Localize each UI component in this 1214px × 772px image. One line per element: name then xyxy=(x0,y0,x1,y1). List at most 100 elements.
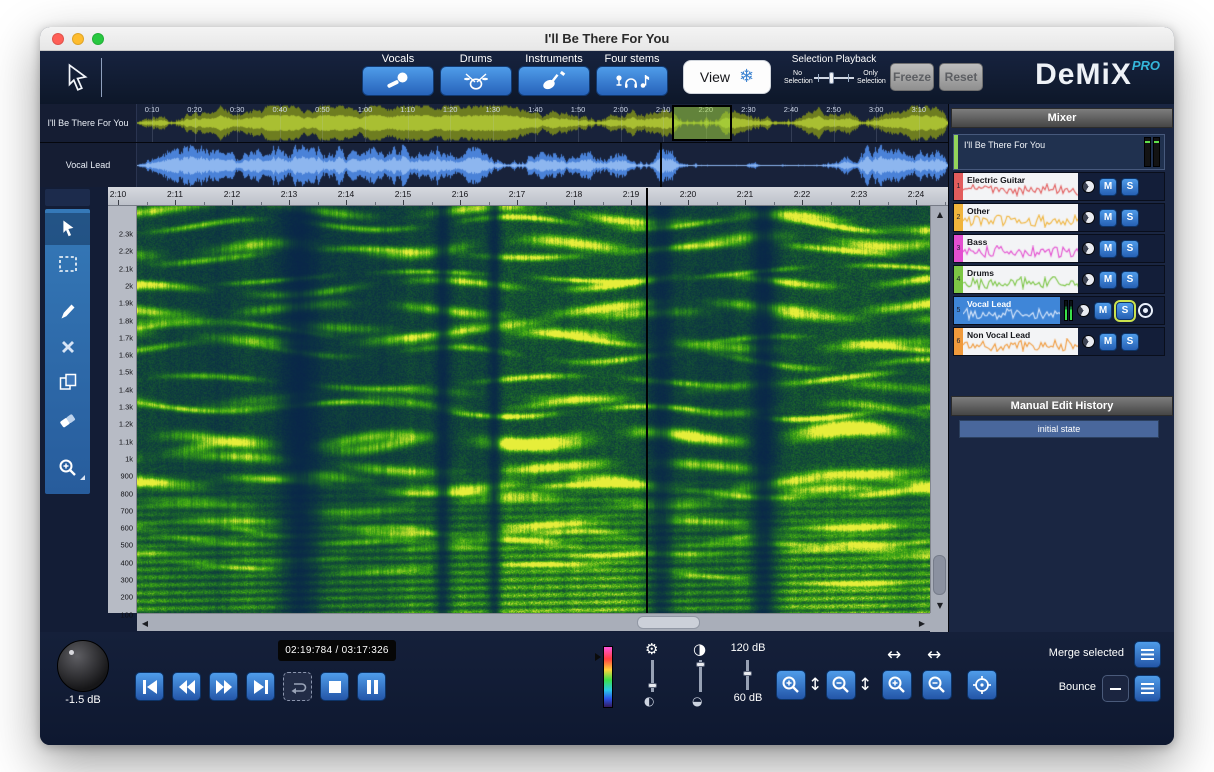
fast-forward-button[interactable] xyxy=(209,672,238,701)
pen-icon xyxy=(58,301,78,321)
pan-knob[interactable] xyxy=(1082,180,1095,193)
mute-button[interactable]: M xyxy=(1099,271,1117,289)
mixer-track-row-6[interactable]: 6 Non Vocal Lead M S xyxy=(953,327,1165,356)
mute-button[interactable]: M xyxy=(1099,333,1117,351)
scroll-left-arrow[interactable]: ◀ xyxy=(137,614,153,632)
solo-button[interactable]: S xyxy=(1121,240,1139,258)
vertical-arrows-icon: ↕ xyxy=(808,675,822,695)
mute-button[interactable]: M xyxy=(1094,302,1112,320)
delete-tool[interactable] xyxy=(45,331,90,363)
vertical-scrollbar[interactable]: ▲ ▼ xyxy=(930,206,948,613)
scroll-down-arrow[interactable]: ▼ xyxy=(931,597,949,613)
zoom-in-vertical-button[interactable] xyxy=(776,670,806,700)
mixer-track-row-3[interactable]: 3 Bass M S xyxy=(953,234,1165,263)
selection-playback-handle[interactable] xyxy=(829,72,834,84)
skip-to-end-button[interactable] xyxy=(246,672,275,701)
time-ruler[interactable]: 2:102:112:122:132:142:152:162:172:182:19… xyxy=(108,187,948,206)
freeze-button[interactable]: Freeze xyxy=(890,63,934,91)
zoom-in-horizontal-button[interactable] xyxy=(882,670,912,700)
track-name: Non Vocal Lead xyxy=(967,330,1030,340)
freq-label: 1.8k xyxy=(119,316,133,325)
pointer-tool[interactable] xyxy=(45,213,90,245)
vocal-waveform[interactable] xyxy=(137,143,948,187)
colormap-slider[interactable] xyxy=(603,646,613,708)
rewind-button[interactable] xyxy=(172,672,201,701)
master-track[interactable]: I'll Be There For You xyxy=(953,134,1165,170)
skip-to-start-button[interactable] xyxy=(135,672,164,701)
titlebar: I'll Be There For You xyxy=(40,27,1174,51)
instruments-button[interactable] xyxy=(518,66,590,96)
volume-knob[interactable] xyxy=(57,640,109,692)
reset-button[interactable]: Reset xyxy=(939,63,983,91)
pan-knob[interactable] xyxy=(1082,211,1095,224)
track-color-stripe: 1 xyxy=(954,173,963,200)
mute-button[interactable]: M xyxy=(1099,209,1117,227)
freq-label: 600 xyxy=(120,524,133,533)
eraser-tool[interactable] xyxy=(45,402,90,434)
solo-button[interactable]: S xyxy=(1121,333,1139,351)
dynamic-range-handle[interactable] xyxy=(743,671,752,676)
pan-knob[interactable] xyxy=(1082,335,1095,348)
ruler-tick-label: 2:19 xyxy=(623,189,640,199)
bounce-menu-button[interactable] xyxy=(1134,675,1161,702)
zoom-out-horizontal-button[interactable] xyxy=(922,670,952,700)
overview-tick-label: 1:50 xyxy=(571,105,586,114)
solo-button[interactable]: S xyxy=(1121,178,1139,196)
eraser-icon xyxy=(58,408,78,428)
overview-strip[interactable]: 0:100:200:300:400:501:001:101:201:301:40… xyxy=(137,104,948,142)
view-region-selector[interactable] xyxy=(672,105,732,141)
four-stems-button[interactable] xyxy=(596,66,668,96)
horizontal-scrollbar[interactable]: ◀ ▶ xyxy=(137,613,930,631)
zoom-tool[interactable] xyxy=(45,452,90,484)
loop-button[interactable] xyxy=(283,672,312,701)
merge-selected-button[interactable] xyxy=(1134,641,1161,668)
brightness-handle[interactable] xyxy=(648,683,657,688)
scroll-right-arrow[interactable]: ▶ xyxy=(914,614,930,632)
view-button[interactable]: View ❄ xyxy=(683,60,771,94)
history-item-initial-state[interactable]: initial state xyxy=(959,420,1159,438)
tool-dropdown-caret xyxy=(80,475,85,480)
track-mini-waveform xyxy=(963,245,1078,259)
pen-tool[interactable] xyxy=(45,295,90,327)
overview-tick-label: 2:40 xyxy=(784,105,799,114)
contrast-handle[interactable] xyxy=(696,662,705,667)
stop-button[interactable] xyxy=(320,672,349,701)
mixer-track-row-5-selected[interactable]: 5 Vocal Lead M S xyxy=(953,296,1165,325)
marquee-select-tool[interactable] xyxy=(45,248,90,280)
zoom-out-vertical-button[interactable] xyxy=(826,670,856,700)
vocal-track-label: Vocal Lead xyxy=(40,143,137,187)
spectrogram-canvas[interactable] xyxy=(137,206,930,613)
mute-button[interactable]: M xyxy=(1099,240,1117,258)
track-controls: M S xyxy=(1078,235,1164,262)
solo-button[interactable]: S xyxy=(1121,209,1139,227)
solo-button[interactable]: S xyxy=(1121,271,1139,289)
pause-button[interactable] xyxy=(357,672,386,701)
gear-icon[interactable]: ⚙ xyxy=(645,640,658,658)
track-focus-icon[interactable] xyxy=(1138,303,1153,318)
horizontal-scroll-thumb[interactable] xyxy=(637,616,700,629)
bounce-minus-button[interactable] xyxy=(1102,675,1129,702)
dynamic-range-slider[interactable] xyxy=(746,660,749,690)
brightness-slider[interactable] xyxy=(651,660,654,692)
selection-playback-slider[interactable] xyxy=(814,71,854,85)
vocals-button[interactable] xyxy=(362,66,434,96)
no-selection-label: No Selection xyxy=(784,70,811,86)
snowflake-icon: ❄ xyxy=(739,68,754,86)
fit-selection-button[interactable] xyxy=(967,670,997,700)
scroll-up-arrow[interactable]: ▲ xyxy=(931,206,949,222)
pan-knob[interactable] xyxy=(1082,273,1095,286)
solo-button[interactable]: S xyxy=(1116,302,1134,320)
mute-button[interactable]: M xyxy=(1099,178,1117,196)
vertical-scroll-thumb[interactable] xyxy=(933,555,946,595)
mixer-track-row-1[interactable]: 1 Electric Guitar M S xyxy=(953,172,1165,201)
pan-knob[interactable] xyxy=(1082,242,1095,255)
split-copy-tool[interactable] xyxy=(45,366,90,398)
mixer-track-row-4[interactable]: 4 Drums M S xyxy=(953,265,1165,294)
contrast-icon[interactable]: ◑ xyxy=(693,640,706,658)
mixer-track-row-2[interactable]: 2 Other M S xyxy=(953,203,1165,232)
contrast-slider[interactable] xyxy=(699,660,702,692)
vocal-strip[interactable] xyxy=(137,143,948,187)
bounce-label: Bounce xyxy=(1024,681,1096,693)
pan-knob[interactable] xyxy=(1077,304,1090,317)
drums-button[interactable] xyxy=(440,66,512,96)
